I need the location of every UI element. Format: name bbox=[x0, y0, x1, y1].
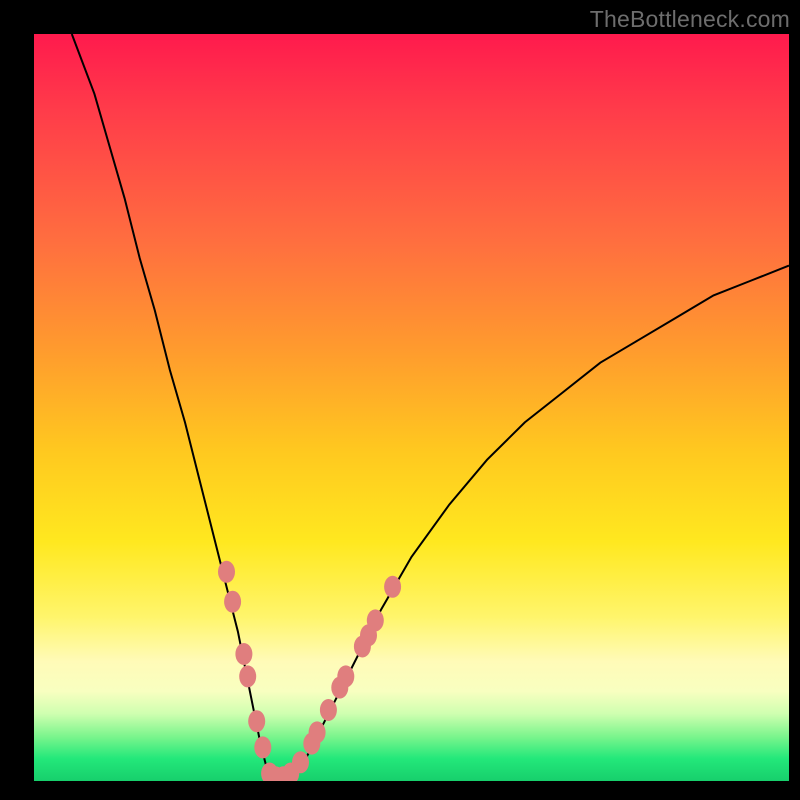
curve-marker bbox=[224, 591, 241, 613]
curve-marker bbox=[367, 609, 384, 631]
curve-marker bbox=[275, 766, 292, 781]
watermark-text: TheBottleneck.com bbox=[590, 6, 790, 33]
curve-marker bbox=[282, 763, 299, 782]
curve-marker bbox=[239, 665, 256, 687]
curve-marker bbox=[235, 643, 252, 665]
curve-marker bbox=[248, 710, 265, 732]
curve-marker bbox=[254, 736, 271, 758]
plot-area bbox=[34, 34, 789, 781]
bottleneck-curve bbox=[34, 34, 789, 781]
curve-marker bbox=[360, 624, 377, 646]
curve-line bbox=[72, 34, 789, 777]
curve-marker bbox=[309, 721, 326, 743]
curve-marker bbox=[331, 677, 348, 699]
curve-marker bbox=[292, 751, 309, 773]
curve-marker bbox=[267, 766, 284, 781]
curve-marker bbox=[261, 763, 278, 782]
marker-layer bbox=[218, 561, 401, 781]
curve-marker bbox=[320, 699, 337, 721]
curve-marker bbox=[337, 665, 354, 687]
chart-frame: TheBottleneck.com bbox=[0, 0, 800, 800]
curve-marker bbox=[218, 561, 235, 583]
curve-marker bbox=[303, 733, 320, 755]
curve-marker bbox=[384, 576, 401, 598]
curve-marker bbox=[354, 636, 371, 658]
